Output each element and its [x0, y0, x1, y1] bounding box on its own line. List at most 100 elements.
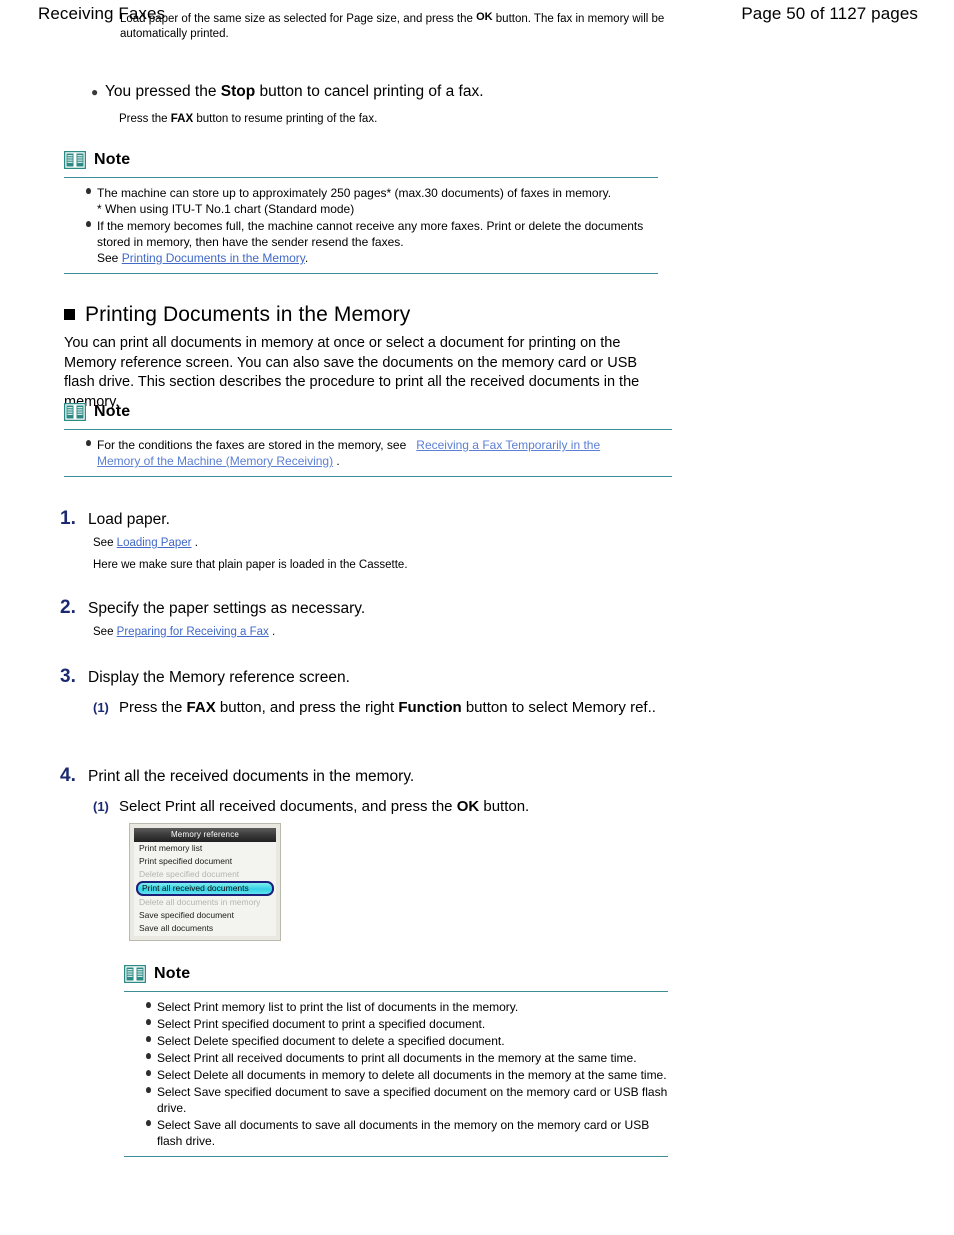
- note-title: Note: [94, 403, 131, 420]
- link-suffix: .: [336, 454, 340, 468]
- lcd-menu-item-save-specified-document[interactable]: Save specified document: [134, 909, 276, 922]
- bullet-icon: [146, 1084, 157, 1093]
- note-item: Select Print specified document to print…: [146, 1016, 668, 1032]
- note-item: Select Save all documents to save all do…: [146, 1117, 668, 1149]
- note-body: The machine can store up to approximatel…: [64, 178, 658, 266]
- stop-sub-part1: Press the: [119, 113, 171, 125]
- substep: (1) Press the FAX button, and press the …: [93, 698, 740, 718]
- bullet-icon: [86, 437, 97, 446]
- note-header: Note: [64, 148, 658, 172]
- step-header: 4. Print all the received documents in t…: [60, 765, 740, 788]
- stop-text-part2: button to cancel printing of a fax.: [255, 83, 484, 100]
- stop-sub-part2: button to resume printing of the fax.: [193, 113, 378, 125]
- note-body: Select Print memory list to print the li…: [124, 992, 668, 1149]
- note-box-memory-capacity: Note The machine can store up to approxi…: [64, 148, 658, 274]
- page-number-label: Page 50 of 1127 pages: [741, 4, 918, 23]
- substep-text: Select Print all received documents, and…: [119, 797, 740, 817]
- see-prefix: See: [93, 537, 117, 549]
- note-item-line1: The machine can store up to approximatel…: [97, 186, 612, 200]
- note-item-line2: * When using ITU-T No.1 chart (Standard …: [97, 202, 355, 216]
- step-see-line: See Loading Paper .: [93, 536, 740, 551]
- substep: (1) Select Print all received documents,…: [93, 797, 740, 817]
- bullet-icon: [86, 185, 97, 194]
- lcd-menu-item-delete-all-documents-in-memory[interactable]: Delete all documents in memory: [134, 896, 276, 909]
- bullet-icon: [146, 999, 157, 1008]
- note-item: Select Delete specified document to dele…: [146, 1033, 668, 1049]
- lcd-menu-item-print-all-received-documents[interactable]: Print all received documents: [136, 881, 274, 896]
- substep-text: Press the FAX button, and press the righ…: [119, 698, 740, 718]
- step-see-line: See Preparing for Receiving a Fax .: [93, 625, 740, 640]
- step-number: 2.: [60, 597, 76, 618]
- substep-part1: Press the: [119, 699, 187, 716]
- book-icon: [64, 151, 86, 169]
- step-1: 1. Load paper. See Loading Paper . Here …: [60, 508, 740, 573]
- substep-number: (1): [93, 700, 109, 715]
- fax-button-label: FAX: [170, 113, 194, 125]
- note-item-prefix: For the conditions the faxes are stored …: [97, 438, 407, 452]
- stop-bullet-text: You pressed the Stop button to cancel pr…: [105, 82, 484, 102]
- see-suffix: .: [194, 537, 198, 549]
- note-item: Select Print all received documents to p…: [146, 1050, 668, 1066]
- step-header: 2. Specify the paper settings as necessa…: [60, 597, 740, 620]
- bullet-icon: [146, 1033, 157, 1042]
- step-number: 4.: [60, 765, 76, 786]
- note-item-text: Select Print specified document to print…: [157, 1017, 486, 1031]
- step-4: 4. Print all the received documents in t…: [60, 765, 740, 817]
- step-title: Display the Memory reference screen.: [88, 669, 350, 686]
- intro-text-part1: Load paper of the same size as selected …: [120, 13, 477, 25]
- bullet-icon: [146, 1016, 157, 1025]
- note-box-menu-descriptions: Note Select Print memory list to print t…: [124, 962, 668, 1157]
- stop-sub-paragraph: Press the FAX button to resume printing …: [119, 112, 711, 127]
- link-preparing-for-receiving-a-fax[interactable]: Preparing for Receiving a Fax: [117, 626, 269, 638]
- lcd-menu-list: Print memory list Print specified docume…: [134, 842, 276, 936]
- link-printing-documents-in-the-memory[interactable]: Printing Documents in the Memory: [122, 251, 305, 265]
- note-item-line1: If the memory becomes full, the machine …: [97, 219, 644, 249]
- note-item-text: Select Delete all documents in memory to…: [157, 1068, 667, 1082]
- step-title: Specify the paper settings as necessary.: [88, 600, 366, 617]
- lcd-menu-item-print-memory-list[interactable]: Print memory list: [134, 842, 276, 855]
- lcd-selection-highlight: Print all received documents: [136, 881, 274, 896]
- lcd-title-bar: Memory reference: [134, 828, 276, 842]
- note-title: Note: [154, 965, 191, 982]
- note-divider-bottom: [124, 1156, 668, 1157]
- lcd-menu-item-save-all-documents[interactable]: Save all documents: [134, 922, 276, 935]
- lcd-menu-item-delete-specified-document[interactable]: Delete specified document: [134, 868, 276, 881]
- note-divider-bottom: [64, 273, 658, 274]
- bullet-icon: [146, 1067, 157, 1076]
- stop-bullet-block: ● You pressed the Stop button to cancel …: [91, 82, 711, 127]
- see-prefix: See: [97, 251, 122, 265]
- link-loading-paper[interactable]: Loading Paper: [117, 537, 192, 549]
- note-title: Note: [94, 151, 131, 168]
- lcd-menu-item-print-specified-document[interactable]: Print specified document: [134, 855, 276, 868]
- substep-part1: Select Print all received documents, and…: [119, 798, 457, 815]
- section-heading-text: Printing Documents in the Memory: [85, 303, 411, 326]
- note-body: For the conditions the faxes are stored …: [64, 430, 672, 469]
- step-title: Load paper.: [88, 511, 170, 528]
- step-number: 1.: [60, 508, 76, 529]
- note-header: Note: [124, 962, 668, 986]
- substep-part2: button, and press the right: [215, 699, 399, 716]
- ok-button-label: OK: [456, 798, 480, 815]
- see-suffix: .: [304, 251, 309, 265]
- fax-button-label: FAX: [186, 699, 216, 716]
- note-item: The machine can store up to approximatel…: [86, 185, 658, 217]
- link-receiving-fax-temporarily-line2[interactable]: Memory of the Machine (Memory Receiving): [97, 454, 333, 468]
- note-item-text: Select Save all documents to save all do…: [157, 1118, 650, 1148]
- lcd-inner: Memory reference Print memory list Print…: [134, 828, 276, 936]
- step-header: 1. Load paper.: [60, 508, 740, 531]
- lcd-selected-label: Print all received documents: [142, 883, 249, 893]
- note-item: Select Delete all documents in memory to…: [146, 1067, 668, 1083]
- step-number: 3.: [60, 666, 76, 687]
- bullet-icon: [86, 218, 97, 227]
- substep-part3: button to select Memory ref..: [461, 699, 656, 716]
- link-receiving-fax-temporarily-line1[interactable]: Receiving a Fax Temporarily in the: [416, 438, 600, 452]
- note-divider-bottom: [64, 476, 672, 477]
- bullet-icon: [146, 1117, 157, 1126]
- step-3: 3. Display the Memory reference screen. …: [60, 666, 740, 718]
- bullet-icon: ●: [91, 85, 99, 99]
- note-item: If the memory becomes full, the machine …: [86, 218, 658, 266]
- function-button-label: Function: [398, 699, 462, 716]
- note-item-text: The machine can store up to approximatel…: [97, 185, 658, 217]
- substep-number: (1): [93, 799, 109, 814]
- see-prefix: See: [93, 626, 117, 638]
